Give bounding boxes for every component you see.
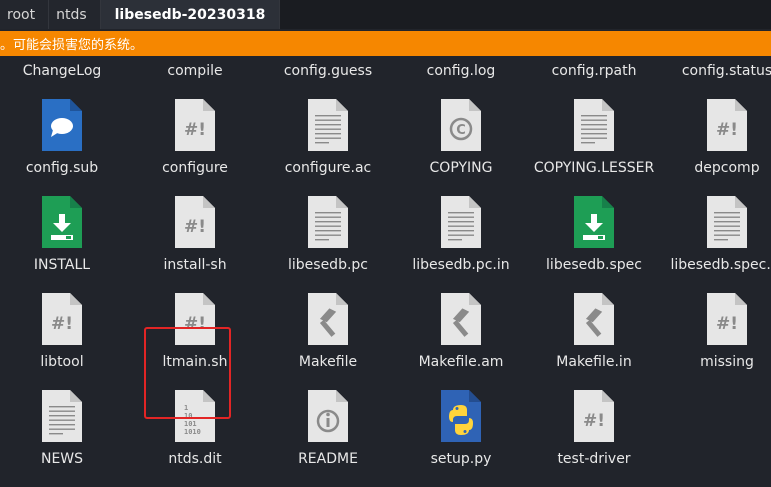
file-label: test-driver	[557, 451, 631, 467]
file-label: libesedb.pc.in	[412, 257, 510, 273]
file-label: libesedb.spec.in	[670, 257, 771, 273]
file-label[interactable]: compile	[120, 63, 270, 79]
python-icon	[439, 388, 483, 444]
file-label: setup.py	[430, 451, 492, 467]
text-icon	[306, 194, 350, 250]
file-label: depcomp	[694, 160, 760, 176]
file-label: Makefile.am	[418, 354, 504, 370]
file-label: INSTALL	[33, 257, 91, 273]
script-icon: #!	[173, 97, 217, 153]
copyright-icon: C	[439, 97, 483, 153]
file-label: COPYING.LESSER	[533, 160, 655, 176]
file-label: config.sub	[25, 160, 99, 176]
tab-root[interactable]: root	[0, 0, 50, 29]
warning-banner: 。可能会损害您的系统。	[0, 31, 771, 56]
file-label[interactable]: config.guess	[253, 63, 403, 79]
text-icon	[705, 194, 749, 250]
script-icon: #!	[173, 194, 217, 250]
hammer-icon	[439, 291, 483, 347]
file-label: NEWS	[40, 451, 84, 467]
install-icon	[572, 194, 616, 250]
file-grid: ChangeLog compile config.guess config.log co…	[0, 56, 771, 487]
chat-bubble-icon	[40, 97, 84, 153]
svg-text:#!: #!	[51, 314, 73, 334]
file-label: Makefile.in	[556, 354, 632, 370]
svg-text:101: 101	[184, 420, 197, 428]
svg-text:#!: #!	[184, 120, 206, 140]
file-label: README	[298, 451, 358, 467]
tab-label: ntds	[56, 6, 87, 23]
file-label: Makefile	[298, 354, 358, 370]
svg-text:#!: #!	[583, 411, 605, 431]
file-label: libesedb.spec	[546, 257, 642, 273]
selection-highlight	[144, 327, 231, 419]
file-label: libesedb.pc	[288, 257, 368, 273]
hammer-icon	[572, 291, 616, 347]
warning-text: 。可能会损害您的系统。	[0, 38, 144, 53]
file-label[interactable]: config.log	[386, 63, 536, 79]
file-label: install-sh	[163, 257, 227, 273]
tab-bar: root ntds libesedb-20230318	[0, 0, 771, 29]
install-icon	[40, 194, 84, 250]
svg-text:1010: 1010	[184, 428, 201, 436]
text-icon	[572, 97, 616, 153]
hammer-icon	[306, 291, 350, 347]
file-label: configure.ac	[284, 160, 372, 176]
text-icon	[306, 97, 350, 153]
file-label[interactable]: config.status	[652, 63, 771, 79]
file-label: configure	[162, 160, 228, 176]
svg-text:#!: #!	[716, 314, 738, 334]
tab-label: root	[7, 6, 36, 23]
file-label[interactable]: ChangeLog	[0, 63, 137, 79]
info-icon	[306, 388, 350, 444]
tab-label: libesedb-20230318	[114, 6, 266, 23]
file-label: libtool	[40, 354, 84, 370]
svg-text:C: C	[456, 123, 466, 138]
file-label: missing	[700, 354, 754, 370]
tab-libesedb[interactable]: libesedb-20230318	[100, 0, 281, 29]
file-label: COPYING	[429, 160, 493, 176]
tab-ntds[interactable]: ntds	[49, 0, 101, 29]
file-label[interactable]: config.rpath	[519, 63, 669, 79]
script-icon: #!	[40, 291, 84, 347]
text-icon	[439, 194, 483, 250]
svg-text:#!: #!	[184, 217, 206, 237]
script-icon: #!	[705, 291, 749, 347]
script-icon: #!	[572, 388, 616, 444]
svg-text:#!: #!	[716, 120, 738, 140]
text-icon	[40, 388, 84, 444]
file-label: ntds.dit	[168, 451, 222, 467]
script-icon: #!	[705, 97, 749, 153]
